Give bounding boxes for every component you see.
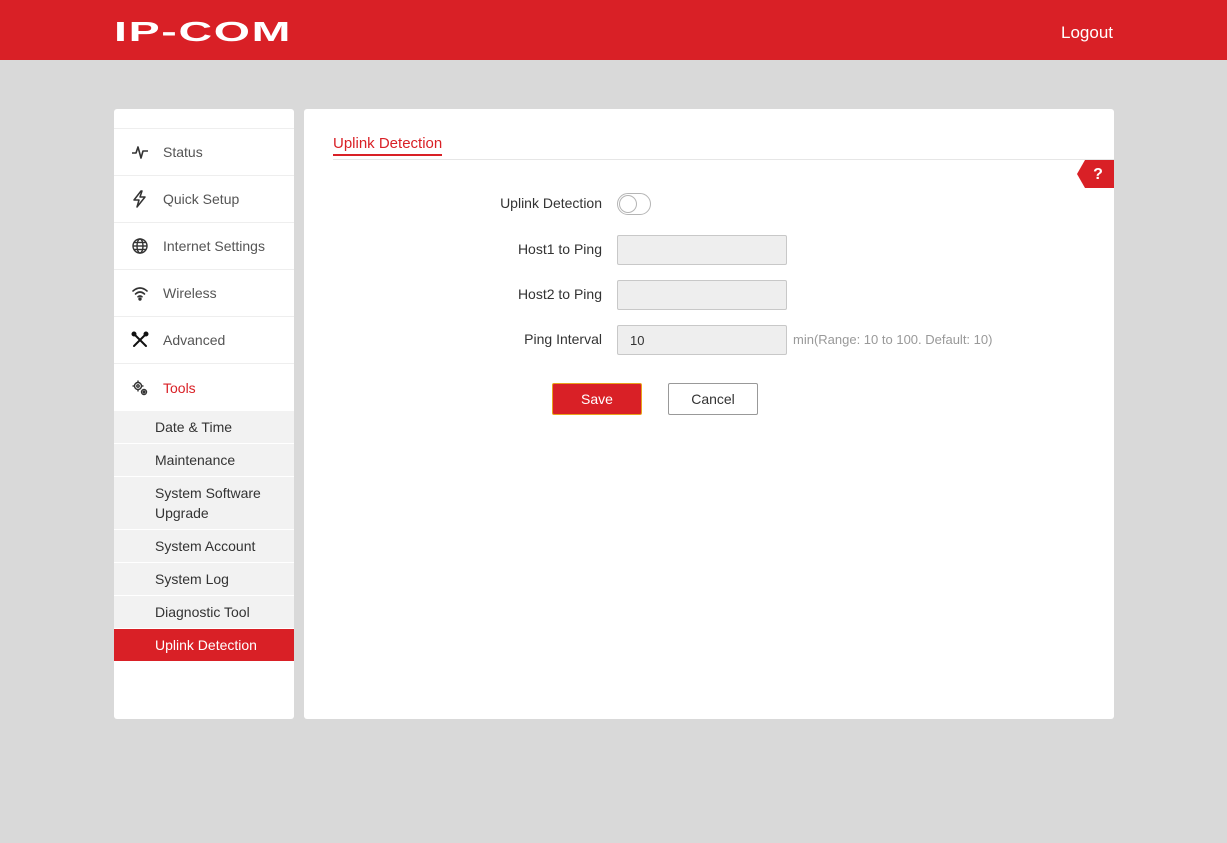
submenu-item-date-time[interactable]: Date & Time bbox=[114, 411, 294, 444]
tools-submenu: Date & Time Maintenance System Software … bbox=[114, 411, 294, 662]
sidebar-item-label: Advanced bbox=[163, 332, 226, 348]
sidebar-top-spacer bbox=[114, 109, 294, 129]
svg-text:?: ? bbox=[1093, 166, 1103, 183]
ping-interval-input[interactable] bbox=[617, 325, 787, 355]
sidebar-item-internet-settings[interactable]: Internet Settings bbox=[114, 223, 294, 270]
toggle-knob bbox=[619, 195, 637, 213]
main-content: Uplink Detection ? Uplink Detection Host… bbox=[304, 109, 1114, 719]
sidebar-item-advanced[interactable]: Advanced bbox=[114, 317, 294, 364]
submenu-item-system-account[interactable]: System Account bbox=[114, 530, 294, 563]
svg-text:IP-COM: IP-COM bbox=[114, 19, 292, 43]
sidebar-item-tools[interactable]: Tools bbox=[114, 364, 294, 411]
host1-row: Host1 to Ping bbox=[304, 235, 1114, 265]
save-button[interactable]: Save bbox=[552, 383, 642, 415]
ping-interval-label: Ping Interval bbox=[524, 331, 602, 347]
host2-row: Host2 to Ping bbox=[304, 280, 1114, 310]
sidebar-item-label: Tools bbox=[163, 379, 196, 396]
submenu-item-diagnostic-tool[interactable]: Diagnostic Tool bbox=[114, 596, 294, 629]
sidebar-item-label: Wireless bbox=[163, 285, 217, 301]
host1-label: Host1 to Ping bbox=[517, 241, 602, 257]
pulse-icon bbox=[131, 143, 149, 161]
sidebar-item-wireless[interactable]: Wireless bbox=[114, 270, 294, 317]
submenu-item-uplink-detection[interactable]: Uplink Detection bbox=[114, 629, 294, 662]
lightning-icon bbox=[131, 190, 149, 208]
tools-icon bbox=[131, 331, 149, 349]
gears-icon bbox=[131, 379, 149, 397]
sidebar-item-quick-setup[interactable]: Quick Setup bbox=[114, 176, 294, 223]
uplink-detection-label: Uplink Detection bbox=[500, 195, 602, 211]
host2-label: Host2 to Ping bbox=[517, 286, 602, 302]
host1-input[interactable] bbox=[617, 235, 787, 265]
submenu-item-maintenance[interactable]: Maintenance bbox=[114, 444, 294, 477]
submenu-item-system-log[interactable]: System Log bbox=[114, 563, 294, 596]
sidebar-item-label: Quick Setup bbox=[163, 191, 240, 207]
uplink-detection-toggle[interactable] bbox=[617, 193, 651, 215]
sidebar-item-label: Status bbox=[163, 144, 203, 160]
tab-uplink-detection[interactable]: Uplink Detection bbox=[333, 135, 443, 156]
sidebar-item-status[interactable]: Status bbox=[114, 129, 294, 176]
tab-bar: Uplink Detection bbox=[333, 109, 1114, 160]
uplink-detection-row: Uplink Detection bbox=[304, 189, 1114, 219]
cancel-button[interactable]: Cancel bbox=[668, 383, 758, 415]
ip-com-logo: IP-COM bbox=[114, 19, 292, 43]
globe-icon bbox=[131, 237, 149, 255]
sidebar: Status Quick Setup Internet Settings Wir… bbox=[114, 109, 294, 719]
sidebar-item-label: Internet Settings bbox=[163, 238, 265, 254]
submenu-item-system-software-upgrade[interactable]: System Software Upgrade bbox=[114, 477, 294, 530]
ping-interval-hint: min(Range: 10 to 100. Default: 10) bbox=[793, 332, 993, 347]
top-header: IP-COM Logout bbox=[0, 0, 1227, 60]
wifi-icon bbox=[131, 284, 149, 302]
question-icon: ? bbox=[1077, 160, 1114, 188]
ping-interval-row: Ping Interval min(Range: 10 to 100. Defa… bbox=[304, 325, 1114, 355]
logout-link[interactable]: Logout bbox=[1061, 23, 1113, 43]
host2-input[interactable] bbox=[617, 280, 787, 310]
help-button[interactable]: ? bbox=[1077, 160, 1114, 188]
